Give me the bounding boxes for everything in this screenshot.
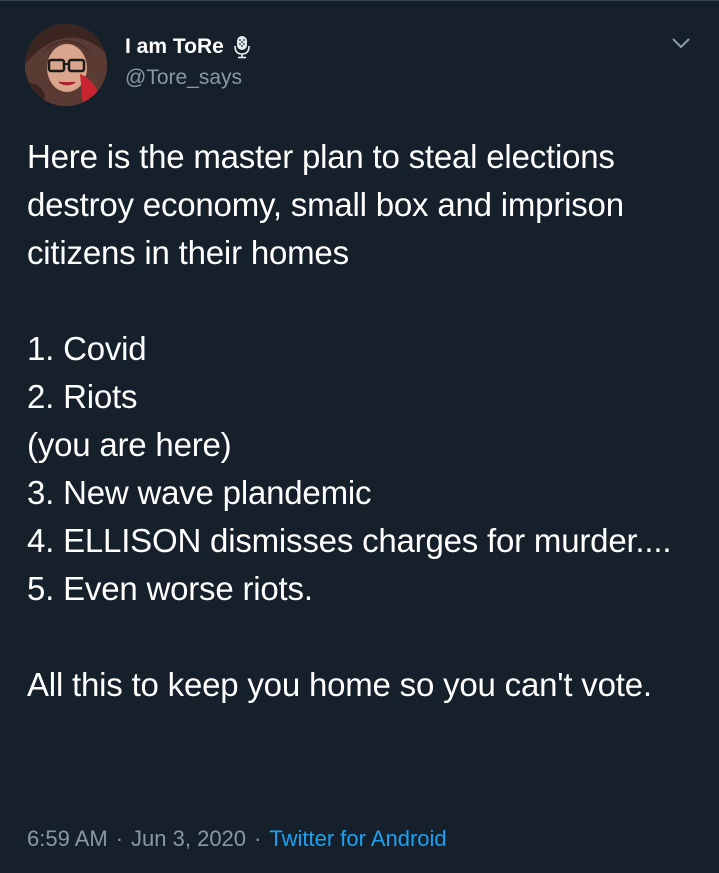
microphone-icon — [232, 35, 252, 59]
display-name[interactable]: I am ToRe — [125, 35, 224, 59]
tweet-date[interactable]: Jun 3, 2020 — [131, 826, 246, 852]
name-row: I am ToRe — [125, 34, 252, 60]
chevron-down-icon — [672, 36, 690, 54]
tweet-time[interactable]: 6:59 AM — [27, 826, 108, 852]
tweet-menu-button[interactable] — [668, 34, 694, 56]
user-handle[interactable]: @Tore_says — [125, 66, 242, 90]
tweet-meta: 6:59 AM · Jun 3, 2020 · Twitter for Andr… — [27, 826, 447, 852]
meta-separator: · — [115, 826, 124, 851]
avatar[interactable] — [25, 24, 107, 106]
meta-separator: · — [254, 826, 262, 851]
tweet-source-link[interactable]: Twitter for Android — [269, 826, 446, 852]
tweet-text: Here is the master plan to steal electio… — [27, 138, 672, 703]
top-divider — [0, 0, 719, 1]
